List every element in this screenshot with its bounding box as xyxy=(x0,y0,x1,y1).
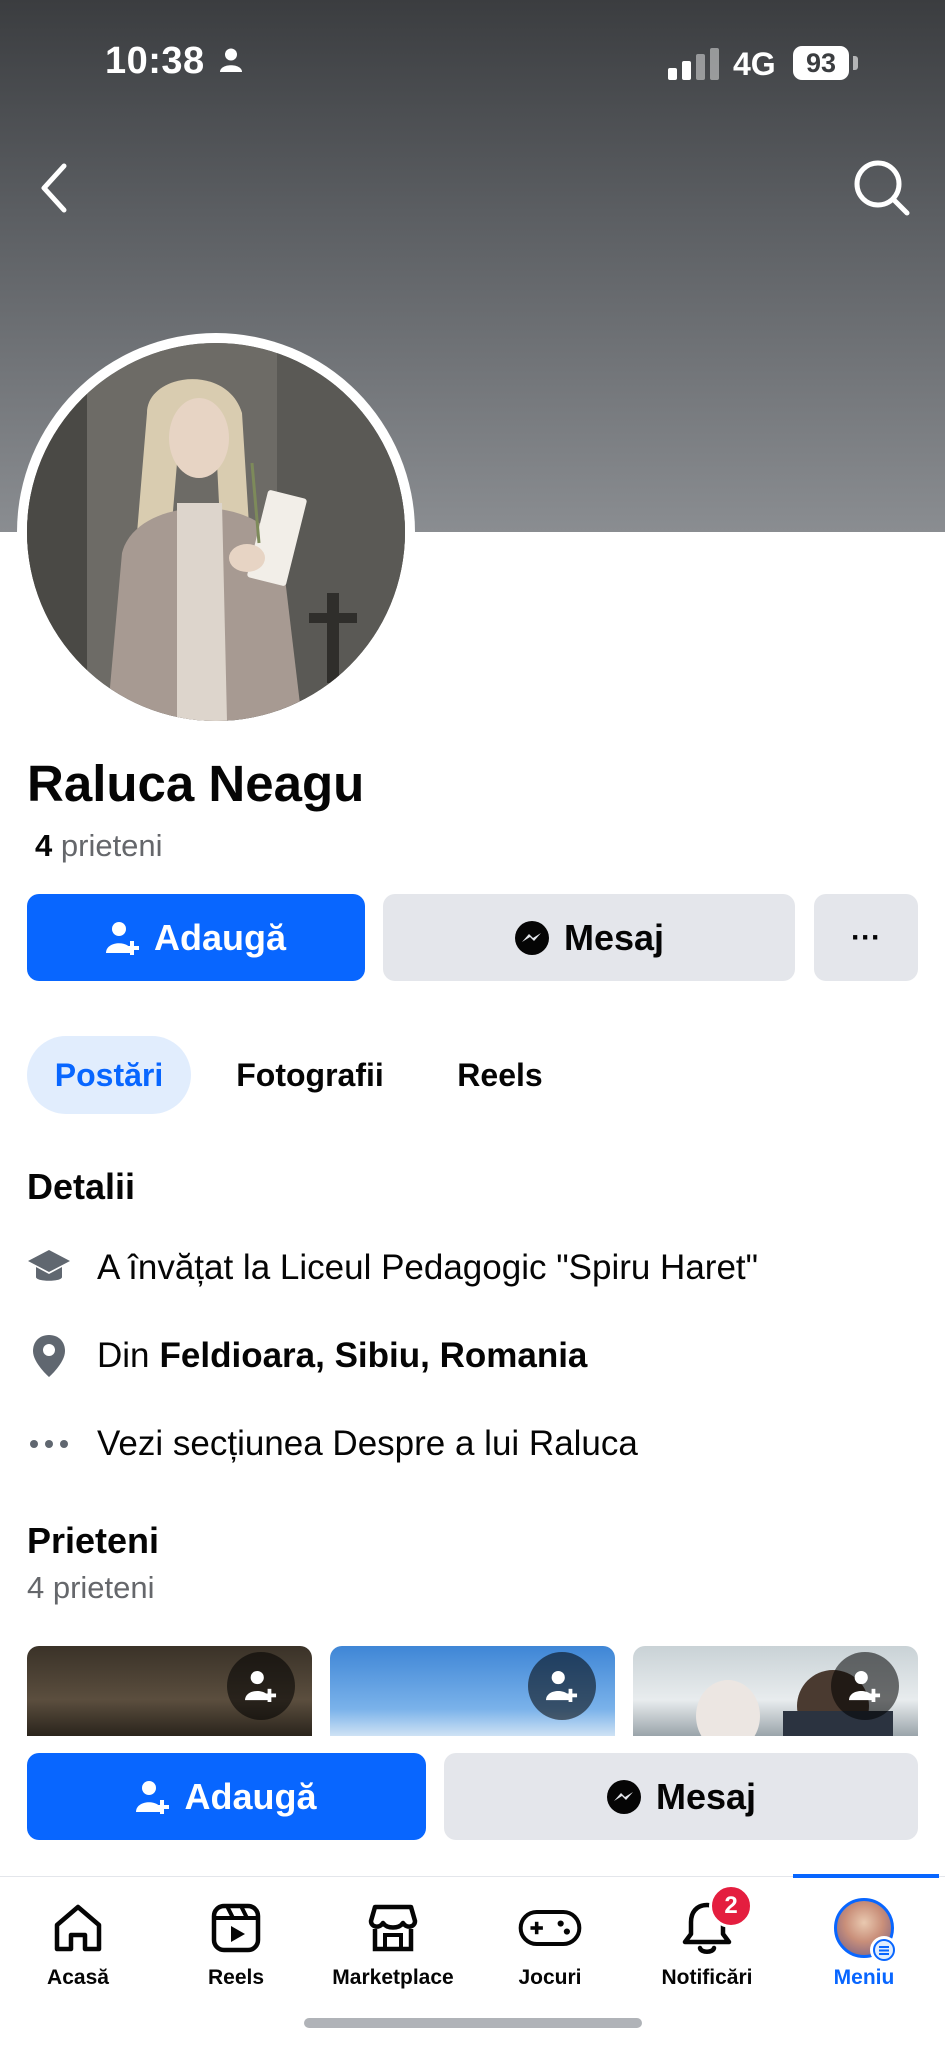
nav-label-marketplace: Marketplace xyxy=(332,1966,454,1989)
gaming-icon xyxy=(518,1896,582,1960)
nav-label-notifications: Notificări xyxy=(661,1966,753,1989)
about-link-text: Vezi secțiunea Despre a lui Raluca xyxy=(97,1424,638,1463)
more-dots-icon xyxy=(27,1422,71,1466)
reels-icon xyxy=(204,1896,268,1960)
menu-hamburger-icon xyxy=(870,1936,898,1964)
friends-count[interactable]: 4 prieteni xyxy=(35,828,163,864)
tab-photos[interactable]: Fotografii xyxy=(218,1036,402,1114)
detail-about-link[interactable]: Vezi secțiunea Despre a lui Raluca xyxy=(27,1422,638,1466)
add-friend-icon[interactable] xyxy=(831,1652,899,1720)
more-options-icon: ··· xyxy=(851,920,881,954)
menu-avatar-icon xyxy=(832,1896,898,1964)
location-pin-icon xyxy=(27,1334,71,1378)
nav-item-gaming[interactable]: Jocuri xyxy=(472,1890,628,2000)
graduation-cap-icon xyxy=(27,1246,71,1290)
sticky-add-friend-label: Adaugă xyxy=(184,1775,317,1817)
message-label: Mesaj xyxy=(563,916,665,958)
signal-icon xyxy=(668,48,719,80)
sticky-add-friend-button[interactable]: Adaugă xyxy=(27,1753,426,1840)
home-icon xyxy=(46,1896,110,1960)
sticky-message-button[interactable]: Mesaj xyxy=(444,1753,918,1840)
person-icon xyxy=(220,48,242,72)
add-friend-icon[interactable] xyxy=(227,1652,295,1720)
friends-subtitle: 4 prieteni xyxy=(27,1570,155,1605)
message-button[interactable]: Mesaj xyxy=(383,894,795,981)
tab-posts[interactable]: Postări xyxy=(27,1036,191,1114)
add-friend-icon xyxy=(105,921,139,955)
profile-name: Raluca Neagu xyxy=(27,755,365,812)
details-title: Detalii xyxy=(27,1166,136,1207)
nav-item-reels[interactable]: Reels xyxy=(158,1890,314,2000)
friends-title: Prieteni xyxy=(27,1520,160,1561)
nav-label-menu: Meniu xyxy=(833,1966,895,1989)
tab-reels[interactable]: Reels xyxy=(438,1036,562,1114)
nav-item-notifications[interactable]: 2 Notificări xyxy=(629,1884,785,2000)
marketplace-icon xyxy=(361,1896,425,1960)
battery-tip xyxy=(853,56,858,70)
add-friend-label: Adaugă xyxy=(153,916,286,958)
friends-count-word: prieteni xyxy=(60,828,163,863)
add-friend-button[interactable]: Adaugă xyxy=(27,894,365,981)
add-friend-icon[interactable] xyxy=(528,1652,596,1720)
more-options-button[interactable]: ··· xyxy=(814,894,918,981)
bell-icon: 2 xyxy=(675,1884,753,1960)
search-icon[interactable] xyxy=(852,158,912,218)
back-icon[interactable] xyxy=(30,158,80,218)
nav-item-home[interactable]: Acasă xyxy=(0,1890,156,2000)
nav-label-gaming: Jocuri xyxy=(518,1966,582,1989)
nav-active-indicator xyxy=(793,1874,939,1878)
friend-thumb-2[interactable] xyxy=(330,1646,615,1736)
friend-thumb-1[interactable] xyxy=(27,1646,312,1736)
detail-education: A învățat la Liceul Pedagogic "Spiru Har… xyxy=(27,1246,758,1290)
battery-icon: 93 xyxy=(793,46,849,80)
sticky-message-label: Mesaj xyxy=(655,1775,757,1817)
nav-label-reels: Reels xyxy=(207,1966,265,1989)
nav-label-home: Acasă xyxy=(47,1966,109,1989)
friends-count-number: 4 xyxy=(35,828,53,863)
messenger-icon xyxy=(514,920,549,955)
hometown-place[interactable]: Feldioara, Sibiu, Romania xyxy=(160,1336,588,1376)
friend-thumb-3[interactable] xyxy=(633,1646,918,1736)
avatar-image xyxy=(27,343,405,721)
add-friend-icon xyxy=(136,1780,170,1814)
nav-item-marketplace[interactable]: Marketplace xyxy=(315,1890,471,2000)
messenger-icon xyxy=(606,1779,641,1814)
status-time: 10:38 xyxy=(105,40,205,82)
notification-badge: 2 xyxy=(709,1884,753,1928)
detail-hometown: Din Feldioara, Sibiu, Romania xyxy=(27,1334,587,1378)
hometown-prefix: Din xyxy=(97,1336,150,1375)
network-type: 4G xyxy=(733,46,776,82)
education-text: A învățat la Liceul Pedagogic "Spiru Har… xyxy=(97,1248,759,1287)
home-indicator xyxy=(304,2018,642,2028)
nav-item-menu[interactable]: Meniu xyxy=(786,1890,942,2000)
profile-avatar[interactable] xyxy=(27,343,405,721)
